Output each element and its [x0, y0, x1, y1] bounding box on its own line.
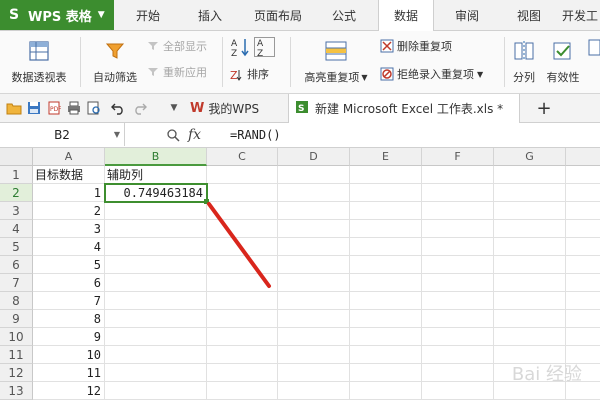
annotation-line [207, 202, 271, 288]
watermark: Bai 经验 [511, 364, 582, 385]
annotation-arrow [207, 202, 271, 288]
